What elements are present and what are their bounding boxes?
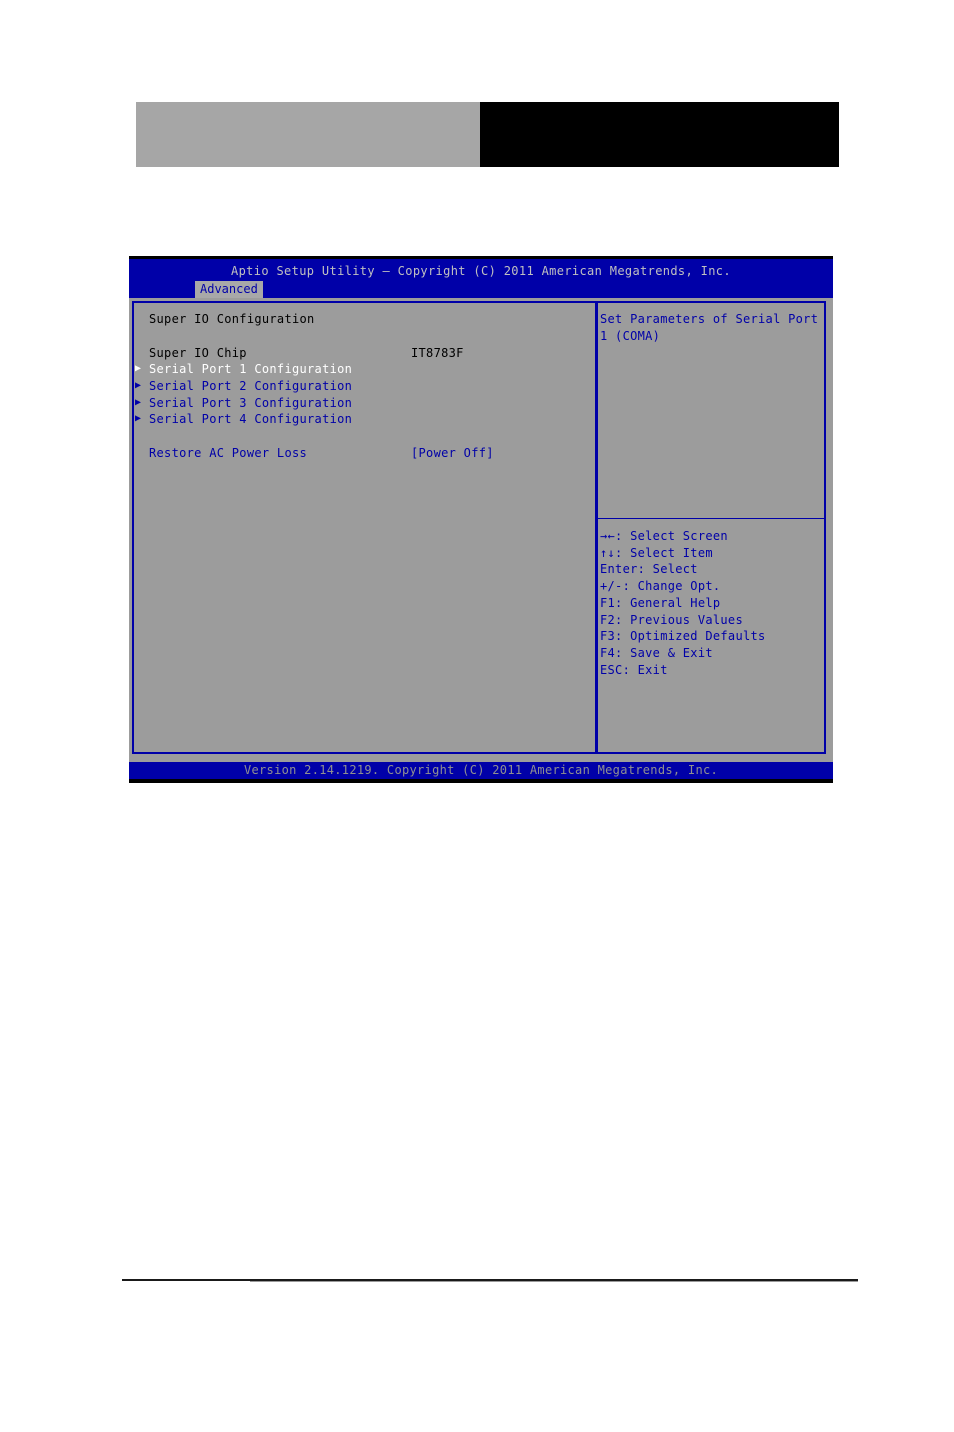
submenu-arrow-icon: ▶	[135, 397, 142, 408]
chip-label: Super IO Chip	[149, 346, 247, 360]
key-hint-previous-values: F2: Previous Values	[600, 613, 743, 627]
key-hint-exit: ESC: Exit	[600, 663, 668, 677]
key-hint-optimized-defaults: F3: Optimized Defaults	[600, 629, 766, 643]
bios-footer-bar: Version 2.14.1219. Copyright (C) 2011 Am…	[129, 762, 833, 779]
submenu-arrow-icon: ▶	[135, 363, 142, 374]
submenu-arrow-icon: ▶	[135, 380, 142, 391]
key-hint-general-help: F1: General Help	[600, 596, 721, 610]
help-panel: Set Parameters of Serial Port 1 (COMA) →…	[596, 301, 826, 754]
help-text-line: 1 (COMA)	[600, 329, 661, 343]
key-hint-select-screen: →←: Select Screen	[600, 529, 728, 543]
main-panel: Super IO Configuration Super IO Chip IT8…	[132, 301, 597, 754]
help-separator	[598, 518, 824, 519]
submenu-label: Serial Port 3 Configuration	[149, 396, 353, 410]
submenu-arrow-icon: ▶	[135, 413, 142, 424]
bios-footer-text: Version 2.14.1219. Copyright (C) 2011 Am…	[243, 763, 719, 777]
section-title: Super IO Configuration	[149, 312, 315, 326]
submenu-label: Serial Port 2 Configuration	[149, 379, 353, 393]
key-hint-select-item: ↑↓: Select Item	[600, 546, 713, 560]
bios-body: Super IO Configuration Super IO Chip IT8…	[129, 298, 833, 762]
page-footer-rule-shadow	[250, 1281, 858, 1282]
page-header-right-block	[480, 102, 839, 167]
key-hint-change-opt: +/-: Change Opt.	[600, 579, 721, 593]
help-text-line: Set Parameters of Serial Port	[600, 312, 819, 326]
key-hint-enter: Enter: Select	[600, 562, 698, 576]
setting-label: Restore AC Power Loss	[149, 446, 308, 460]
bios-title-bar: Aptio Setup Utility – Copyright (C) 2011…	[129, 259, 833, 298]
bios-screen: Aptio Setup Utility – Copyright (C) 2011…	[129, 256, 833, 783]
key-hint-save-exit: F4: Save & Exit	[600, 646, 713, 660]
tab-advanced[interactable]: Advanced	[195, 281, 263, 298]
setting-value[interactable]: [Power Off]	[411, 445, 494, 461]
submenu-label: Serial Port 1 Configuration	[149, 362, 353, 376]
page-header-left-block	[136, 102, 480, 167]
submenu-label: Serial Port 4 Configuration	[149, 412, 353, 426]
chip-value: IT8783F	[411, 346, 464, 360]
bios-title: Aptio Setup Utility – Copyright (C) 2011…	[231, 264, 731, 278]
